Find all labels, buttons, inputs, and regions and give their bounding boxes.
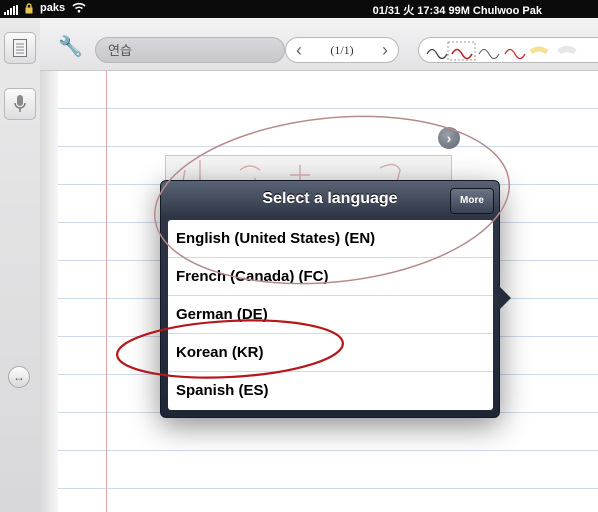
microphone-icon — [14, 95, 26, 112]
pen-stroke-palette[interactable] — [418, 37, 598, 63]
arrow-right-circle-icon[interactable]: › — [438, 127, 460, 149]
language-item-kr[interactable]: Korean (KR) — [168, 334, 493, 372]
language-popover: Select a language More English (United S… — [160, 180, 500, 418]
wrench-icon[interactable]: 🔧 — [58, 34, 83, 59]
language-item-en[interactable]: English (United States) (EN) — [168, 220, 493, 258]
popover-title: Select a language — [262, 190, 398, 207]
signal-icon — [4, 5, 18, 15]
language-item-de[interactable]: German (DE) — [168, 296, 493, 334]
language-item-es[interactable]: Spanish (ES) — [168, 372, 493, 410]
page-edge — [40, 71, 58, 512]
note-title-field[interactable]: 연습 — [95, 37, 285, 63]
notes-list-button[interactable] — [4, 32, 36, 64]
status-info: 01/31 火 17:34 99M Chulwoo Pak — [372, 5, 542, 17]
lock-icon — [25, 3, 33, 14]
margin-line — [106, 71, 107, 512]
left-sidebar: ↔ — [0, 18, 41, 512]
status-bar: paks 01/31 火 17:34 99M Chulwoo Pak — [0, 0, 598, 18]
swap-arrows-icon[interactable]: ↔ — [8, 366, 30, 388]
more-button[interactable]: More — [450, 188, 494, 214]
pen-strokes-icon — [426, 41, 577, 61]
carrier-name: paks — [40, 2, 66, 14]
language-item-fc[interactable]: French (Canada) (FC) — [168, 258, 493, 296]
microphone-button[interactable] — [4, 88, 36, 120]
wifi-icon — [72, 2, 86, 13]
page-navigator: ‹ (1/1) › — [285, 37, 399, 63]
page-indicator: (1/1) — [330, 42, 354, 57]
chevron-right-icon[interactable]: › — [382, 39, 388, 61]
notes-list-icon — [13, 39, 27, 57]
chevron-left-icon[interactable]: ‹ — [296, 39, 302, 61]
language-list: English (United States) (EN) French (Can… — [168, 220, 493, 410]
popover-arrow — [497, 284, 511, 312]
toolbar: 🔧 연습 ‹ (1/1) › — [40, 18, 598, 71]
